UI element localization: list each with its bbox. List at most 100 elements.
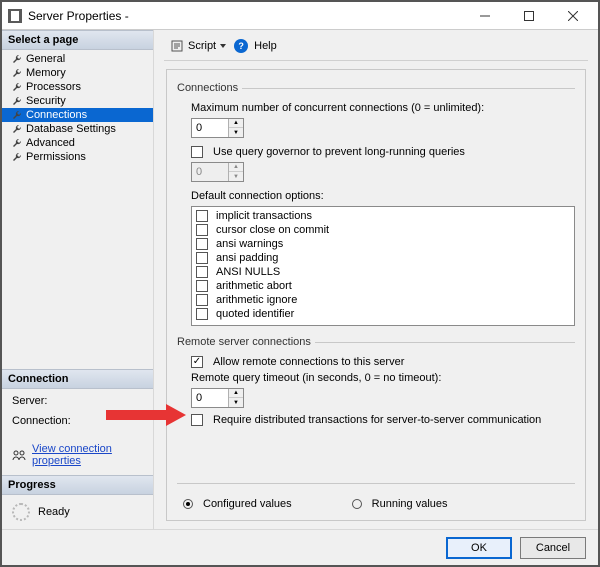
- sidebar-item-label: General: [26, 53, 65, 65]
- wrench-icon: [12, 96, 22, 106]
- help-label[interactable]: Help: [254, 40, 277, 52]
- max-conn-label: Maximum number of concurrent connections…: [191, 102, 575, 114]
- wrench-icon: [12, 54, 22, 64]
- configured-values-radio[interactable]: Configured values: [183, 498, 292, 510]
- connections-section-label: Connections: [177, 82, 238, 94]
- spin-up-icon[interactable]: ▲: [229, 119, 243, 128]
- spin-up-icon[interactable]: ▲: [229, 389, 243, 398]
- minimize-button[interactable]: [472, 6, 498, 26]
- option-row[interactable]: cursor close on commit: [194, 223, 572, 237]
- option-checkbox[interactable]: [196, 308, 208, 320]
- option-row[interactable]: ANSI NULLS: [194, 265, 572, 279]
- wrench-icon: [12, 110, 22, 120]
- query-governor-input: ▲▼: [191, 162, 244, 182]
- title-bar: Server Properties -: [2, 2, 598, 30]
- sidebar-item-connections[interactable]: Connections: [2, 108, 153, 122]
- server-label: Server:: [12, 395, 147, 407]
- script-button[interactable]: Script: [168, 38, 228, 54]
- option-checkbox[interactable]: [196, 266, 208, 278]
- help-icon: ?: [234, 39, 248, 53]
- script-icon: [170, 39, 184, 53]
- sidebar-item-processors[interactable]: Processors: [2, 80, 153, 94]
- default-options-label: Default connection options:: [191, 190, 575, 202]
- sidebar-item-label: Database Settings: [26, 123, 116, 135]
- sidebar-item-memory[interactable]: Memory: [2, 66, 153, 80]
- wrench-icon: [12, 124, 22, 134]
- option-checkbox[interactable]: [196, 280, 208, 292]
- maximize-button[interactable]: [516, 6, 542, 26]
- wrench-icon: [12, 68, 22, 78]
- max-conn-field[interactable]: [192, 119, 228, 137]
- sidebar-item-label: Memory: [26, 67, 66, 79]
- main-pane: Script ? Help Connections Maximum number…: [154, 30, 598, 529]
- option-label: quoted identifier: [216, 307, 294, 321]
- spin-down-icon[interactable]: ▼: [229, 128, 243, 137]
- option-label: ANSI NULLS: [216, 265, 280, 279]
- progress-header: Progress: [2, 475, 153, 495]
- cancel-button[interactable]: Cancel: [520, 537, 586, 559]
- sidebar-item-label: Advanced: [26, 137, 75, 149]
- select-page-header: Select a page: [2, 30, 153, 50]
- option-checkbox[interactable]: [196, 224, 208, 236]
- app-icon: [8, 9, 22, 23]
- remote-section-label: Remote server connections: [177, 336, 311, 348]
- sidebar-item-label: Permissions: [26, 151, 86, 163]
- toolbar: Script ? Help: [164, 36, 588, 61]
- remote-timeout-label: Remote query timeout (in seconds, 0 = no…: [191, 372, 575, 384]
- sidebar-item-permissions[interactable]: Permissions: [2, 150, 153, 164]
- wrench-icon: [12, 152, 22, 162]
- sidebar-item-label: Processors: [26, 81, 81, 93]
- chevron-down-icon: [220, 44, 226, 48]
- option-row[interactable]: ansi padding: [194, 251, 572, 265]
- option-checkbox[interactable]: [196, 238, 208, 250]
- option-row[interactable]: arithmetic ignore: [194, 293, 572, 307]
- option-checkbox[interactable]: [196, 294, 208, 306]
- close-button[interactable]: [560, 6, 586, 26]
- spin-down-icon[interactable]: ▼: [229, 398, 243, 407]
- ok-button[interactable]: OK: [446, 537, 512, 559]
- option-row[interactable]: quoted identifier: [194, 307, 572, 321]
- dialog-footer: OK Cancel: [2, 529, 598, 565]
- require-distributed-checkbox[interactable]: [191, 414, 203, 426]
- allow-remote-label: Allow remote connections to this server: [213, 356, 404, 368]
- query-governor-field: [192, 163, 228, 181]
- sidebar-item-general[interactable]: General: [2, 52, 153, 66]
- progress-spinner-icon: [12, 503, 30, 521]
- option-row[interactable]: ansi warnings: [194, 237, 572, 251]
- option-checkbox[interactable]: [196, 252, 208, 264]
- option-label: cursor close on commit: [216, 223, 329, 237]
- radio-icon: [183, 499, 193, 509]
- remote-timeout-field[interactable]: [192, 389, 228, 407]
- option-row[interactable]: arithmetic abort: [194, 279, 572, 293]
- remote-timeout-input[interactable]: ▲▼: [191, 388, 244, 408]
- progress-status: Ready: [38, 506, 70, 518]
- option-checkbox[interactable]: [196, 210, 208, 222]
- option-label: arithmetic abort: [216, 279, 292, 293]
- require-distributed-label: Require distributed transactions for ser…: [213, 414, 541, 426]
- sidebar-item-advanced[interactable]: Advanced: [2, 136, 153, 150]
- running-values-radio[interactable]: Running values: [352, 498, 448, 510]
- sidebar-item-security[interactable]: Security: [2, 94, 153, 108]
- wrench-icon: [12, 82, 22, 92]
- allow-remote-checkbox[interactable]: [191, 356, 203, 368]
- configured-values-label: Configured values: [203, 498, 292, 510]
- view-connection-properties-link[interactable]: View connection properties: [32, 443, 147, 467]
- option-row[interactable]: implicit transactions: [194, 209, 572, 223]
- option-label: ansi warnings: [216, 237, 283, 251]
- radio-icon: [352, 499, 362, 509]
- script-label: Script: [188, 40, 216, 52]
- default-options-listbox[interactable]: implicit transactionscursor close on com…: [191, 206, 575, 326]
- option-label: ansi padding: [216, 251, 278, 265]
- max-conn-input[interactable]: ▲▼: [191, 118, 244, 138]
- sidebar-item-label: Connections: [26, 109, 87, 121]
- sidebar: Select a page General Memory Processors Sec…: [2, 30, 154, 529]
- query-governor-label: Use query governor to prevent long-runni…: [213, 146, 465, 158]
- option-label: arithmetic ignore: [216, 293, 297, 307]
- query-governor-checkbox[interactable]: [191, 146, 203, 158]
- connection-header: Connection: [2, 369, 153, 389]
- sidebar-item-database-settings[interactable]: Database Settings: [2, 122, 153, 136]
- people-icon: [12, 449, 26, 461]
- option-label: implicit transactions: [216, 209, 312, 223]
- wrench-icon: [12, 138, 22, 148]
- sidebar-item-label: Security: [26, 95, 66, 107]
